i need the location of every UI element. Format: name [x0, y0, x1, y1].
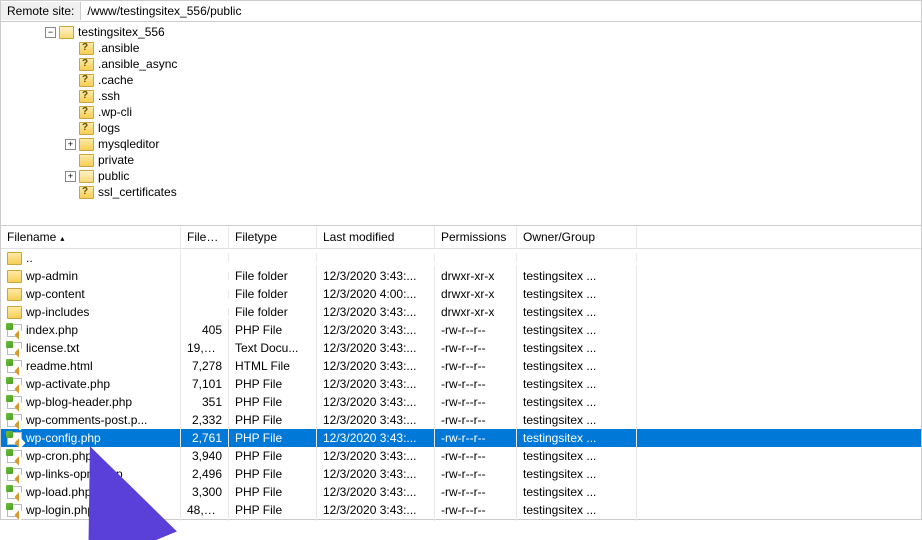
file-name: readme.html [26, 359, 93, 373]
tree-item-label: .cache [98, 73, 133, 87]
file-owner: testingsitex ... [517, 499, 637, 521]
tree-item-label: ssl_certificates [98, 185, 177, 199]
file-name: wp-includes [26, 305, 89, 319]
column-header-permissions[interactable]: Permissions [435, 226, 517, 248]
tree-item[interactable]: logs [1, 120, 921, 136]
folder-icon [79, 170, 94, 183]
file-owner [517, 254, 637, 262]
file-icon [7, 324, 22, 337]
file-name: wp-content [26, 287, 85, 301]
folder-icon [79, 154, 94, 167]
file-modified: 12/3/2020 3:43:... [317, 499, 435, 521]
tree-item-label: .ansible [98, 41, 139, 55]
tree-item[interactable]: .ansible [1, 40, 921, 56]
expander-plus-icon[interactable]: + [65, 171, 76, 182]
expander-plus-icon[interactable]: + [65, 139, 76, 150]
tree-item[interactable]: .cache [1, 72, 921, 88]
folder-unknown-icon [79, 186, 94, 199]
file-icon [7, 468, 22, 481]
folder-icon [7, 288, 22, 301]
file-list-header: Filename▴ Filesize Filetype Last modifie… [1, 226, 921, 249]
file-size [181, 254, 229, 262]
file-row[interactable]: wp-login.php 48,761PHP File12/3/2020 3:43… [1, 501, 921, 519]
column-header-filesize[interactable]: Filesize [181, 226, 229, 248]
file-name: wp-cron.php [26, 449, 92, 463]
tree-item-label: private [98, 153, 134, 167]
file-name: wp-admin [26, 269, 78, 283]
file-name: wp-comments-post.p... [26, 413, 147, 427]
folder-unknown-icon [79, 74, 94, 87]
tree-item-label: mysqleditor [98, 137, 159, 151]
remote-site-label: Remote site: [1, 2, 81, 20]
file-size: 48,761 [181, 499, 229, 521]
folder-icon [7, 306, 22, 319]
file-icon [7, 414, 22, 427]
tree-item-label: .ansible_async [98, 57, 177, 71]
file-name: license.txt [26, 341, 79, 355]
column-header-modified[interactable]: Last modified [317, 226, 435, 248]
tree-item[interactable]: .ssh [1, 88, 921, 104]
tree-item-label: logs [98, 121, 120, 135]
file-name: wp-activate.php [26, 377, 110, 391]
file-icon [7, 486, 22, 499]
file-name: .. [26, 251, 33, 265]
folder-icon [7, 252, 22, 265]
folder-icon [79, 138, 94, 151]
file-icon [7, 378, 22, 391]
tree-item-label: .wp-cli [98, 105, 132, 119]
folder-unknown-icon [79, 90, 94, 103]
file-permissions: -rw-r--r-- [435, 499, 517, 521]
tree-item[interactable]: private [1, 152, 921, 168]
sort-indicator-icon: ▴ [60, 234, 64, 243]
folder-icon [59, 26, 74, 39]
file-type: PHP File [229, 499, 317, 521]
tree-item[interactable]: .ansible_async [1, 56, 921, 72]
file-icon [7, 396, 22, 409]
file-icon [7, 450, 22, 463]
tree-root-label: testingsitex_556 [78, 25, 165, 39]
column-header-owner[interactable]: Owner/Group [517, 226, 637, 248]
file-icon [7, 342, 22, 355]
folder-icon [7, 270, 22, 283]
folder-unknown-icon [79, 106, 94, 119]
column-header-filename[interactable]: Filename▴ [1, 226, 181, 248]
remote-tree-pane[interactable]: − testingsitex_556 .ansible .ansible_asyn… [0, 22, 922, 226]
expander-minus-icon[interactable]: − [45, 27, 56, 38]
file-size [181, 290, 229, 298]
file-name: wp-login.php [26, 503, 94, 517]
file-size [181, 272, 229, 280]
remote-site-bar[interactable]: Remote site: /www/testingsitex_556/publi… [0, 0, 922, 22]
folder-unknown-icon [79, 42, 94, 55]
file-name: wp-blog-header.php [26, 395, 132, 409]
tree-item[interactable]: .wp-cli [1, 104, 921, 120]
file-permissions [435, 254, 517, 262]
tree-item[interactable]: ssl_certificates [1, 184, 921, 200]
file-name: wp-links-opml.php [26, 467, 123, 481]
file-type [229, 254, 317, 262]
file-name: wp-load.php [26, 485, 91, 499]
remote-site-path[interactable]: /www/testingsitex_556/public [81, 2, 921, 20]
tree-item-label: .ssh [98, 89, 120, 103]
file-icon [7, 360, 22, 373]
tree-item[interactable]: + mysqleditor [1, 136, 921, 152]
file-name: wp-config.php [26, 431, 101, 445]
tree-item[interactable]: + public [1, 168, 921, 184]
tree-root-row[interactable]: − testingsitex_556 [1, 24, 921, 40]
file-list-body: ..wp-adminFile folder12/3/2020 3:43:...d… [1, 249, 921, 519]
folder-unknown-icon [79, 122, 94, 135]
file-icon [7, 432, 22, 445]
file-modified [317, 254, 435, 262]
file-name: index.php [26, 323, 78, 337]
file-list-pane: Filename▴ Filesize Filetype Last modifie… [0, 226, 922, 520]
file-size [181, 308, 229, 316]
folder-unknown-icon [79, 58, 94, 71]
tree-item-label: public [98, 169, 129, 183]
file-icon [7, 504, 22, 517]
column-header-filetype[interactable]: Filetype [229, 226, 317, 248]
